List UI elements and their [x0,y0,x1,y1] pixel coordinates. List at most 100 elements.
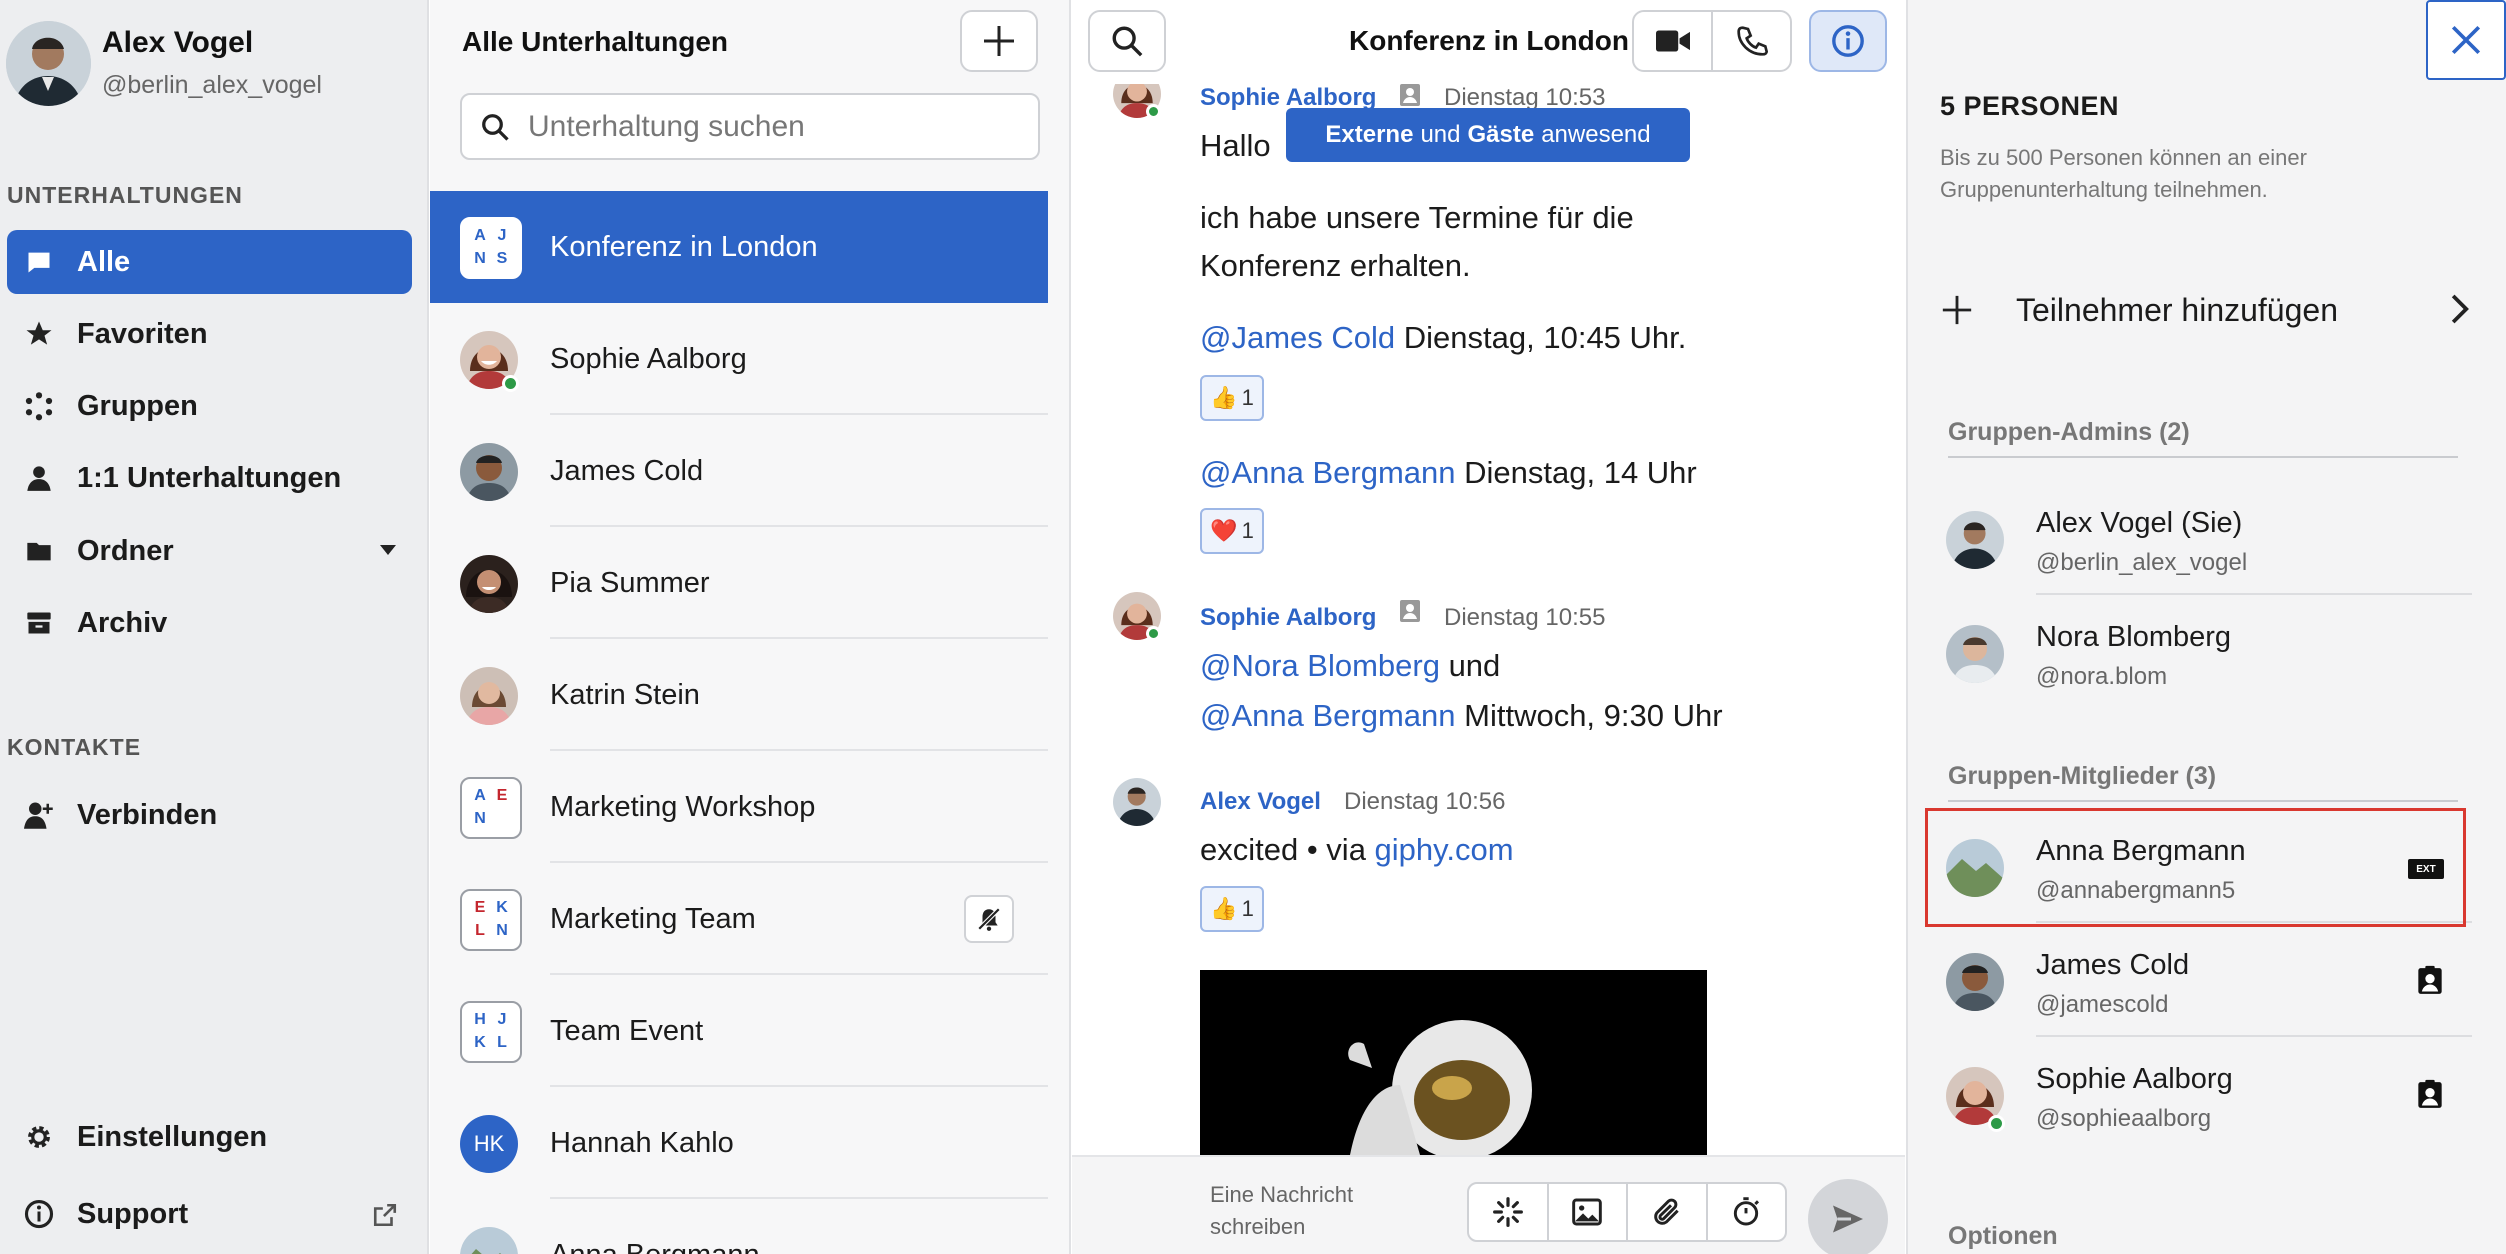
conversation-name: James Cold [550,455,704,487]
message-text: excited • via giphy.com [1200,832,1514,867]
image-upload-button[interactable] [1546,1184,1627,1240]
attach-file-button[interactable] [1626,1184,1706,1240]
mention-link[interactable]: @Nora Blomberg [1200,648,1440,683]
sidebar-item-folders[interactable]: Ordner [7,519,412,583]
add-participants-button[interactable]: Teilnehmer hinzufügen [1940,285,2470,335]
close-panel-button[interactable] [2426,0,2506,80]
participant-name: Sophie Aalborg [2036,1063,2233,1095]
online-status-indicator [1146,626,1161,641]
mention-link[interactable]: @Anna Bergmann [1200,455,1456,490]
plus-icon [981,23,1017,59]
message-input[interactable] [1210,1179,1400,1245]
sidebar-item-all[interactable]: Alle [7,230,412,294]
conversation-info-button[interactable] [1809,10,1887,72]
mention-link[interactable]: @Anna Bergmann [1200,698,1456,733]
participant-row-external[interactable]: Anna Bergmann @annabergmann5 EXT [1932,811,2472,923]
conversation-name: Anna Bergmann [550,1239,760,1254]
sidebar-item-favorites[interactable]: Favoriten [7,302,412,366]
conversation-item-team-event[interactable]: HJKL Team Event [430,975,1048,1087]
message-text: @Nora Blomberg und [1200,648,1501,683]
paperclip-icon [1651,1196,1683,1228]
message-text: @Anna Bergmann Mittwoch, 9:30 Uhr [1200,698,1723,733]
participant-name: Alex Vogel (Sie) [2036,507,2243,539]
sidebar-item-label: Verbinden [77,798,218,831]
conversation-name: Hannah Kahlo [550,1127,734,1159]
conversation-list-title: Alle Unterhaltungen [462,26,729,57]
sidebar-item-one-to-one[interactable]: 1:1 Unterhaltungen [7,446,412,510]
participant-limit-note: Bis zu 500 Personen können an einer Grup… [1940,145,2307,202]
message-sender[interactable]: Sophie Aalborg [1200,604,1376,632]
participant-name: Nora Blomberg [2036,621,2232,653]
participant-row[interactable]: James Cold @jamescold [1932,925,2472,1037]
reaction-thumbs-up[interactable]: 👍 1 [1200,375,1264,421]
conversation-item-james[interactable]: James Cold [430,415,1048,527]
info-icon [1831,24,1865,58]
participant-handle: @jamescold [2036,991,2169,1018]
contact-card-icon [1398,598,1422,624]
profile-avatar[interactable] [6,21,91,106]
audio-call-button[interactable] [1711,12,1790,70]
message-sender[interactable]: Alex Vogel [1200,788,1321,816]
group-avatar: AJNS [460,217,522,279]
conversation-item-hannah[interactable]: HK Hannah Kahlo [430,1087,1048,1199]
chat-bubble-icon [21,244,57,280]
sidebar-item-label: 1:1 Unterhaltungen [77,461,342,494]
video-camera-icon [1655,28,1690,54]
heart-icon: ❤️ [1210,518,1238,543]
add-participants-label: Teilnehmer hinzufügen [2016,291,2338,328]
profile-name: Alex Vogel [102,26,254,59]
conversation-item-konferenz[interactable]: AJNS Konferenz in London [430,191,1048,303]
gif-button[interactable] [1469,1184,1547,1240]
add-person-icon [21,797,57,833]
person-icon [21,460,57,496]
reaction-thumbs-up[interactable]: 👍 1 [1200,886,1264,932]
conversation-name: Team Event [550,1015,704,1047]
conversation-search-input[interactable] [528,109,1008,144]
info-icon [21,1196,57,1232]
external-link-icon [372,1202,398,1228]
chevron-right-icon [2448,293,2470,325]
participant-row[interactable]: Nora Blomberg @nora.blom [1932,597,2472,709]
muted-notifications-button[interactable] [964,895,1014,943]
avatar [1946,953,2004,1011]
conversation-item-sophie[interactable]: Sophie Aalborg [430,303,1048,415]
profile-handle: @berlin_alex_vogel [102,71,322,99]
gif-image-astronaut[interactable] [1200,970,1707,1155]
video-call-button[interactable] [1634,12,1711,70]
group-avatar: EKLN [460,889,522,951]
sidebar-item-settings[interactable]: Einstellungen [7,1105,412,1169]
avatar [460,667,518,725]
conversation-item-katrin[interactable]: Katrin Stein [430,639,1048,751]
conversation-item-pia[interactable]: Pia Summer [430,527,1048,639]
sparkle-icon [1492,1196,1524,1228]
participant-row[interactable]: Sophie Aalborg @sophieaalborg [1932,1039,2472,1151]
sidebar-item-connect[interactable]: Verbinden [7,783,412,847]
chat-view: Sophie Aalborg Dienstag 10:53 Hallo zusa… [1072,0,1905,1254]
sidebar-item-support[interactable]: Support [7,1182,412,1246]
chat-search-button[interactable] [1088,10,1166,72]
conversation-name: Katrin Stein [550,679,700,711]
chat-title: Konferenz in London [1349,25,1629,56]
conversation-item-anna[interactable]: Anna Bergmann [430,1199,1048,1254]
conversation-name: Sophie Aalborg [550,343,747,375]
message-timestamp: Dienstag 10:55 [1444,604,1606,631]
avatar-initials: HK [460,1115,518,1173]
send-button[interactable] [1808,1179,1888,1254]
sidebar-item-archive[interactable]: Archiv [7,591,412,655]
participant-row[interactable]: Alex Vogel (Sie) @berlin_alex_vogel [1932,483,2472,595]
new-conversation-button[interactable] [960,10,1038,72]
chevron-down-icon[interactable] [378,543,398,557]
sidebar-item-groups[interactable]: Gruppen [7,374,412,438]
plus-icon [1940,293,1974,327]
reaction-heart[interactable]: ❤️ 1 [1200,508,1264,554]
mention-link[interactable]: @James Cold [1200,320,1395,355]
send-icon [1830,1201,1866,1237]
conversation-item-marketing-team[interactable]: EKLN Marketing Team [430,863,1048,975]
message-text: @James Cold Dienstag, 10:45 Uhr. [1200,320,1687,355]
conversation-name: Konferenz in London [550,231,818,263]
participant-count: 5 PERSONEN [1940,91,2120,121]
timed-message-button[interactable] [1705,1184,1786,1240]
phone-icon [1736,25,1768,57]
conversation-item-marketing-workshop[interactable]: AEN Marketing Workshop [430,751,1048,863]
giphy-link[interactable]: giphy.com [1375,832,1514,867]
